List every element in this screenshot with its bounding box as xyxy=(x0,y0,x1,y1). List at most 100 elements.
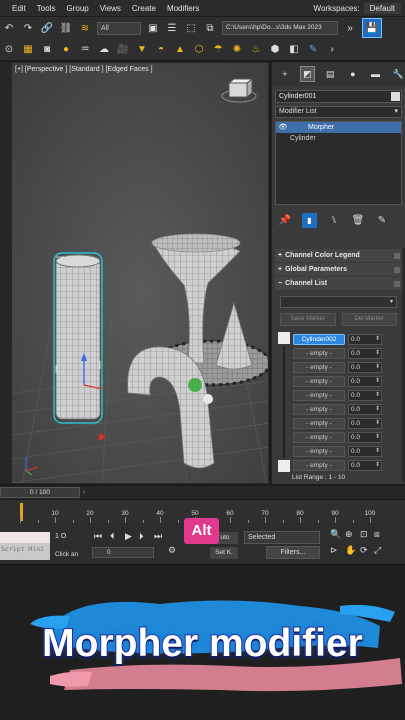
channel-value-spinner[interactable]: 0.0 xyxy=(348,361,382,373)
channel-value-spinner[interactable]: 0.0 xyxy=(348,403,382,415)
selected-cylinder-object[interactable] xyxy=(53,252,103,424)
channel-value-spinner[interactable]: 0.0 xyxy=(348,445,382,457)
geosphere-icon[interactable]: ⬡ xyxy=(192,43,206,57)
rollout-channel-color-legend[interactable]: + Channel Color Legend xyxy=(275,249,402,262)
utilities-tab-icon[interactable]: 🔧 xyxy=(391,67,405,81)
configure-sets-icon[interactable]: ✎ xyxy=(375,213,389,227)
sphere-icon[interactable]: ◓ xyxy=(154,43,168,57)
channel-name-button[interactable]: - empty - xyxy=(293,361,345,373)
goto-start-icon[interactable]: ⏮ xyxy=(94,531,102,542)
camera-icon[interactable]: ◙ xyxy=(40,43,54,57)
channel-name-button[interactable]: - empty - xyxy=(293,431,345,443)
save-icon[interactable]: 💾 xyxy=(362,18,382,38)
zoom-extents-all-icon[interactable]: ⧈ xyxy=(374,529,380,540)
channel-name-button[interactable]: - empty - xyxy=(293,459,345,471)
paint-icon[interactable]: ✎ xyxy=(306,43,320,57)
select-object-icon[interactable]: ▣ xyxy=(146,21,160,35)
channel-value-spinner[interactable]: 0.0 xyxy=(348,431,382,443)
next-frame-icon[interactable]: ⏵ xyxy=(139,531,144,542)
hierarchy-tab-icon[interactable]: ▤ xyxy=(323,67,337,81)
display-tab-icon[interactable]: ▬ xyxy=(369,67,383,81)
menu-group[interactable]: Group xyxy=(66,4,88,13)
create-tab-icon[interactable]: + xyxy=(278,67,292,81)
channel-name-button[interactable]: - empty - xyxy=(293,375,345,387)
key-filters-button[interactable]: Filters... xyxy=(266,546,320,559)
maxscript-input[interactable] xyxy=(0,532,50,543)
object-color-swatch[interactable] xyxy=(391,92,400,101)
box-icon[interactable]: ⬢ xyxy=(268,43,282,57)
channel-scroll-bar[interactable] xyxy=(278,332,290,472)
workspace-dropdown[interactable]: Default xyxy=(363,2,401,14)
menu-edit[interactable]: Edit xyxy=(12,4,26,13)
maximize-viewport-icon[interactable]: ⤢ xyxy=(374,545,381,556)
object-name-value[interactable]: Cylinder001 xyxy=(279,91,316,102)
make-unique-icon[interactable]: ⑊ xyxy=(327,213,341,227)
modifier-list-dropdown[interactable]: Modifier List ▾ xyxy=(275,106,402,118)
teapot-icon[interactable]: ♨ xyxy=(249,43,263,57)
channel-name-button[interactable]: Cylinder002 xyxy=(293,333,345,345)
menu-tools[interactable]: Tools xyxy=(37,4,56,13)
render-icon[interactable]: ☁ xyxy=(97,43,111,57)
render-setup-icon[interactable]: ♒ xyxy=(78,43,92,57)
channel-value-spinner[interactable]: 0.0 xyxy=(348,459,382,471)
orbit-icon[interactable]: ⟳ xyxy=(360,545,368,556)
redo-icon[interactable]: ↷ xyxy=(21,21,35,35)
chevron-right-icon[interactable]: › xyxy=(83,487,92,498)
key-filter-selection-dropdown[interactable]: Selected xyxy=(244,531,320,544)
motion-tab-icon[interactable]: ● xyxy=(346,67,360,81)
channel-name-button[interactable]: - empty - xyxy=(293,389,345,401)
zoom-icon[interactable]: 🔍 xyxy=(330,529,341,540)
marker-dropdown[interactable]: ▾ xyxy=(280,296,397,308)
channel-value-spinner[interactable]: 0.0 xyxy=(348,333,382,345)
bind-spacewarp-icon[interactable]: ≋ xyxy=(78,21,92,35)
delete-marker-button[interactable]: Del Marker xyxy=(341,313,397,326)
rect-selection-icon[interactable]: ⬚ xyxy=(184,21,198,35)
project-path-field[interactable]: C:\Users\hp\Do...s\3ds Max 2023 xyxy=(222,21,338,35)
object-name-field[interactable]: Cylinder001 xyxy=(275,90,402,103)
zoom-extents-icon[interactable]: ⊡ xyxy=(360,529,368,540)
menu-views[interactable]: Views xyxy=(100,4,121,13)
channel-name-button[interactable]: - empty - xyxy=(293,417,345,429)
zoom-all-icon[interactable]: ⊕ xyxy=(345,529,353,540)
viewport-label[interactable]: [+] [Perspective ] [Standard ] [Edged Fa… xyxy=(15,66,153,73)
menu-create[interactable]: Create xyxy=(132,4,156,13)
shape-icon[interactable]: ◧ xyxy=(287,43,301,57)
window-crossing-icon[interactable]: ⧉ xyxy=(203,21,217,35)
light-icon[interactable]: ✺ xyxy=(230,43,244,57)
play-icon[interactable]: ▶ xyxy=(125,531,132,542)
overflow-icon[interactable]: » xyxy=(343,21,357,35)
perspective-viewport[interactable]: [+] [Perspective ] [Standard ] [Edged Fa… xyxy=(11,62,269,484)
goto-end-icon[interactable]: ⏭ xyxy=(154,531,162,542)
time-slider[interactable]: 0 / 100 › xyxy=(0,486,405,499)
eye-icon[interactable]: 👁 xyxy=(276,122,290,133)
fov-icon[interactable]: ⊳ xyxy=(330,545,338,556)
cone-icon[interactable]: ▲ xyxy=(173,43,187,57)
select-by-name-icon[interactable]: ☰ xyxy=(165,21,179,35)
time-slider-thumb[interactable]: 0 / 100 xyxy=(0,487,80,498)
save-marker-button[interactable]: Save Marker xyxy=(280,313,336,326)
set-key-button[interactable]: Set K. xyxy=(210,547,238,559)
material-editor-icon[interactable]: ● xyxy=(59,43,73,57)
undo-icon[interactable]: ↶ xyxy=(2,21,16,35)
rollout-channel-list[interactable]: − Channel List xyxy=(275,277,402,290)
rollout-global-parameters[interactable]: + Global Parameters xyxy=(275,263,402,276)
mushroom-icon[interactable]: ☂ xyxy=(211,43,225,57)
time-config-icon[interactable]: ⚙ xyxy=(168,545,176,556)
prev-frame-icon[interactable]: ⏴ xyxy=(110,531,115,542)
modify-tab-icon[interactable]: ◩ xyxy=(299,66,316,82)
current-frame-field[interactable]: 0 xyxy=(92,547,154,558)
pan-icon[interactable]: ✋ xyxy=(345,545,356,556)
channel-name-button[interactable]: - empty - xyxy=(293,445,345,457)
stack-item-cylinder[interactable]: Cylinder xyxy=(276,133,401,144)
channel-name-button[interactable]: - empty - xyxy=(293,403,345,415)
link-icon[interactable]: 🔗 xyxy=(40,21,54,35)
channel-value-spinner[interactable]: 0.0 xyxy=(348,417,382,429)
channel-name-button[interactable]: - empty - xyxy=(293,347,345,359)
stack-item-morpher[interactable]: 👁 Morpher xyxy=(276,122,401,133)
channel-value-spinner[interactable]: 0.0 xyxy=(348,347,382,359)
menu-modifiers[interactable]: Modifiers xyxy=(167,4,199,13)
remove-modifier-icon[interactable]: 🗑 xyxy=(351,213,365,227)
pin-stack-icon[interactable]: 📌 xyxy=(278,213,292,227)
channel-value-spinner[interactable]: 0.0 xyxy=(348,389,382,401)
plane-icon[interactable]: ▼ xyxy=(135,43,149,57)
